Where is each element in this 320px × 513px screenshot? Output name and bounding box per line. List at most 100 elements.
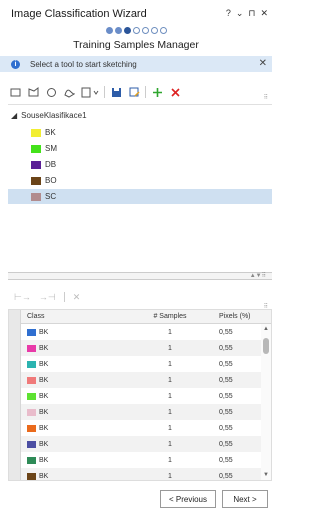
cell-samples: 1 bbox=[168, 376, 172, 384]
step-dot bbox=[150, 27, 158, 34]
save-as-icon[interactable] bbox=[127, 85, 141, 99]
cell-samples: 1 bbox=[168, 424, 172, 432]
tree-item-label: SC bbox=[45, 192, 57, 201]
tree-item[interactable]: BO bbox=[8, 173, 272, 188]
splitter-arrows-icon[interactable]: ▲▼⠿ bbox=[250, 272, 266, 279]
class-tree: ◢ SouseKlasifikace1 BK SM DB BO SC bbox=[8, 104, 272, 272]
panel-grip-icon[interactable]: ⠿ bbox=[264, 94, 268, 101]
tree-item-label: BO bbox=[45, 176, 57, 185]
pin-icon[interactable]: ⊓ bbox=[248, 8, 255, 19]
wizard-step-indicator bbox=[0, 27, 272, 34]
table-row[interactable]: BK 1 0,55 bbox=[9, 388, 261, 404]
row-selector[interactable] bbox=[9, 420, 21, 436]
split-icon[interactable]: →⊣ bbox=[39, 292, 56, 303]
toolbar-divider bbox=[104, 86, 105, 98]
class-color-swatch bbox=[31, 192, 41, 201]
table-scrollbar[interactable]: ▲ ▼ bbox=[261, 324, 271, 480]
column-class[interactable]: Class bbox=[21, 313, 141, 320]
class-color-swatch bbox=[27, 440, 36, 448]
table-row[interactable]: BK 1 0,55 bbox=[9, 452, 261, 468]
next-button[interactable]: Next > bbox=[222, 490, 268, 508]
row-selector[interactable] bbox=[9, 356, 21, 372]
add-class-icon[interactable] bbox=[150, 85, 164, 99]
freehand-tool-icon[interactable] bbox=[62, 85, 76, 99]
row-selector[interactable] bbox=[9, 404, 21, 420]
row-selector[interactable] bbox=[9, 436, 21, 452]
table-row[interactable]: BK 1 0,55 bbox=[9, 468, 261, 480]
table-row[interactable]: BK 1 0,55 bbox=[9, 404, 261, 420]
class-color-swatch bbox=[27, 392, 36, 400]
cell-class-label: BK bbox=[39, 472, 49, 480]
scroll-thumb[interactable] bbox=[263, 338, 269, 354]
class-color-swatch bbox=[27, 376, 36, 384]
row-selector[interactable] bbox=[9, 468, 21, 480]
step-dot bbox=[159, 27, 167, 34]
rectangle-tool-icon[interactable] bbox=[8, 85, 22, 99]
circle-tool-icon[interactable] bbox=[44, 85, 58, 99]
cell-class-label: BK bbox=[39, 376, 49, 384]
column-pixels[interactable]: Pixels (%) bbox=[199, 313, 261, 320]
class-color-swatch bbox=[27, 456, 36, 464]
table-row[interactable]: BK 1 0,55 bbox=[9, 420, 261, 436]
table-row[interactable]: BK 1 0,55 bbox=[9, 372, 261, 388]
row-selector[interactable] bbox=[9, 340, 21, 356]
scroll-up-icon[interactable]: ▲ bbox=[263, 326, 269, 332]
cell-pixels: 0,55 bbox=[219, 472, 233, 480]
samples-toolbar: ⊢→ →⊣ ✕ bbox=[14, 290, 80, 304]
cell-pixels: 0,55 bbox=[219, 408, 233, 416]
table-row[interactable]: BK 1 0,55 bbox=[9, 340, 261, 356]
info-close-icon[interactable]: ✕ bbox=[259, 58, 267, 69]
cell-class: BK bbox=[21, 392, 141, 400]
table-header: Class # Samples Pixels (%) bbox=[9, 310, 271, 324]
class-color-swatch bbox=[27, 360, 36, 368]
previous-button[interactable]: < Previous bbox=[160, 490, 216, 508]
delete-icon[interactable] bbox=[168, 85, 182, 99]
info-message: Select a tool to start sketching bbox=[30, 59, 137, 69]
tree-item[interactable]: SC bbox=[8, 189, 272, 204]
tree-item[interactable]: DB bbox=[8, 157, 272, 172]
scroll-down-icon[interactable]: ▼ bbox=[263, 472, 269, 478]
table-row[interactable]: BK 1 0,55 bbox=[9, 356, 261, 372]
panel-splitter[interactable]: ▲▼⠿ bbox=[8, 272, 272, 280]
collapse-icon[interactable]: ⌄ bbox=[236, 8, 244, 19]
title-bar: Image Classification Wizard ? ⌄ ⊓ ✕ bbox=[0, 0, 272, 26]
remove-sample-icon[interactable]: ✕ bbox=[73, 292, 81, 303]
cell-class: BK bbox=[21, 440, 141, 448]
table-row[interactable]: BK 1 0,55 bbox=[9, 436, 261, 452]
cell-class: BK bbox=[21, 408, 141, 416]
class-color-swatch bbox=[27, 344, 36, 352]
help-icon[interactable]: ? bbox=[226, 8, 231, 19]
row-selector[interactable] bbox=[9, 452, 21, 468]
cell-class-label: BK bbox=[39, 440, 49, 448]
tree-item[interactable]: BK bbox=[8, 125, 272, 140]
cell-samples: 1 bbox=[168, 344, 172, 352]
row-selector[interactable] bbox=[9, 372, 21, 388]
tree-item-label: DB bbox=[45, 160, 57, 169]
tree-item[interactable]: SM bbox=[8, 141, 272, 156]
class-color-swatch bbox=[31, 128, 41, 137]
cell-class: BK bbox=[21, 424, 141, 432]
close-icon[interactable]: ✕ bbox=[260, 8, 268, 19]
merge-icon[interactable]: ⊢→ bbox=[14, 292, 31, 303]
row-selector[interactable] bbox=[9, 388, 21, 404]
cell-samples: 1 bbox=[168, 360, 172, 368]
row-selector[interactable] bbox=[9, 324, 21, 340]
collapse-arrow-icon[interactable]: ◢ bbox=[11, 111, 17, 120]
cell-class: BK bbox=[21, 472, 141, 480]
header-row-selector bbox=[9, 310, 21, 324]
polygon-tool-icon[interactable] bbox=[26, 85, 40, 99]
cell-pixels: 0,55 bbox=[219, 328, 233, 336]
cell-samples: 1 bbox=[168, 456, 172, 464]
tree-root[interactable]: ◢ SouseKlasifikace1 bbox=[11, 111, 87, 120]
cell-class-label: BK bbox=[39, 328, 49, 336]
cell-class-label: BK bbox=[39, 392, 49, 400]
cell-class: BK bbox=[21, 328, 141, 336]
table-row[interactable]: BK 1 0,55 bbox=[9, 324, 261, 340]
select-segment-icon[interactable] bbox=[80, 85, 100, 99]
tree-item-label: BK bbox=[45, 128, 56, 137]
cell-samples: 1 bbox=[168, 328, 172, 336]
class-color-swatch bbox=[27, 472, 36, 480]
cell-samples: 1 bbox=[168, 440, 172, 448]
save-icon[interactable] bbox=[109, 85, 123, 99]
column-samples[interactable]: # Samples bbox=[141, 313, 199, 320]
